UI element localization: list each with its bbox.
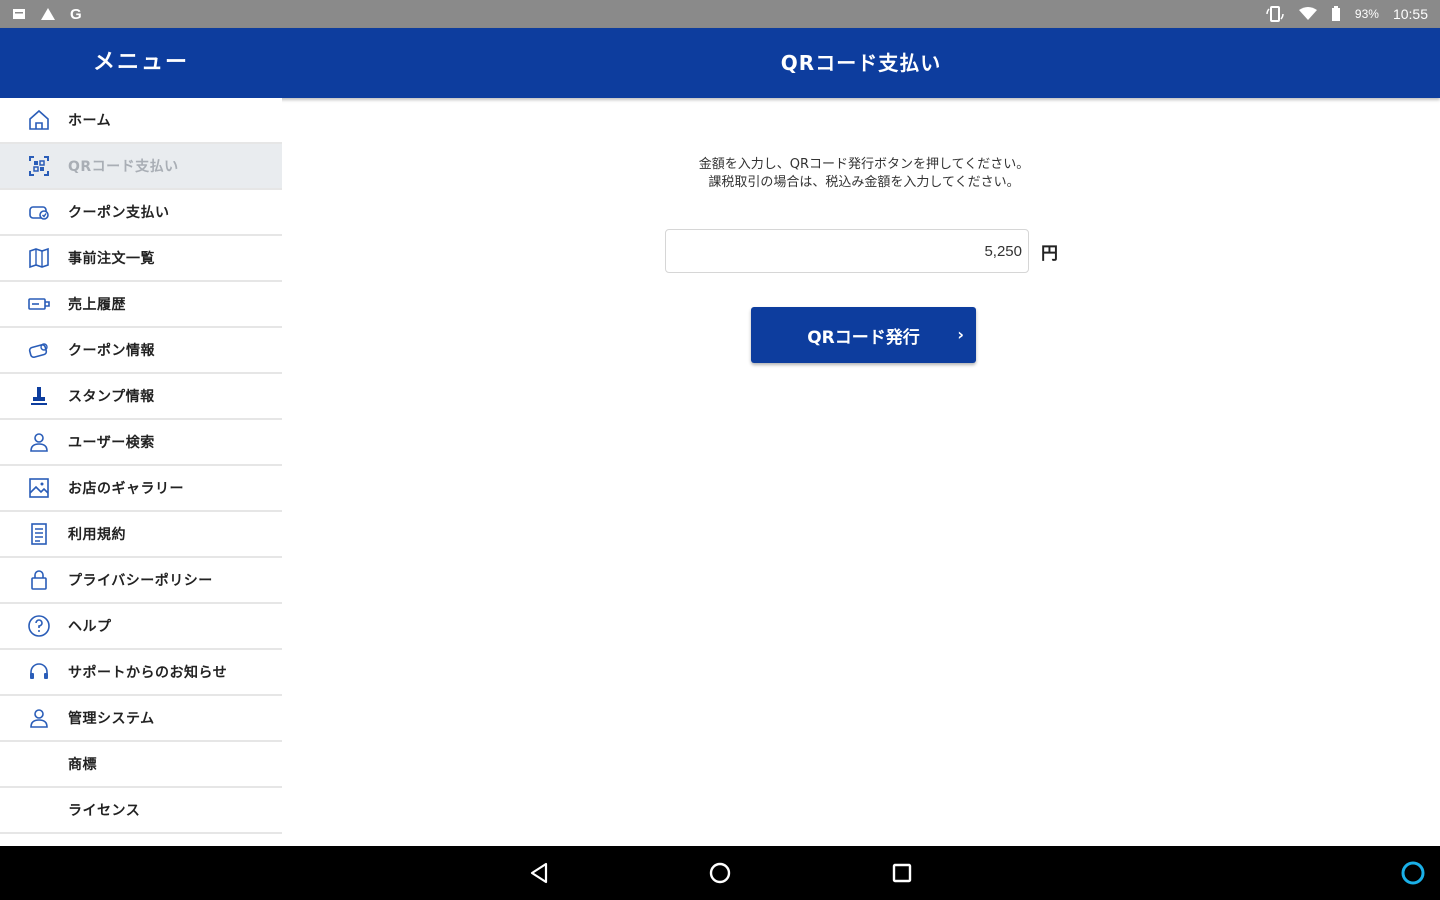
issue-qr-button[interactable]: QRコード発行 › — [751, 307, 976, 363]
sidebar-item-label: クーポン情報 — [68, 343, 155, 359]
currency-label: 円 — [1041, 243, 1058, 264]
rotate-icon — [1265, 6, 1285, 22]
sidebar-item-user-search[interactable]: ユーザー検索 — [0, 420, 282, 466]
sidebar-item-label: ホーム — [68, 113, 112, 129]
chevron-right-icon: › — [957, 325, 964, 344]
sidebar-item-terms[interactable]: 利用規約 — [0, 512, 282, 558]
menu-title: メニュー — [92, 50, 189, 75]
sidebar-item-stamp-info[interactable]: スタンプ情報 — [0, 374, 282, 420]
recents-icon[interactable] — [889, 860, 915, 886]
document-icon — [26, 521, 52, 547]
sidebar-item-label: ヘルプ — [68, 619, 112, 635]
sidebar-item-label: クーポン支払い — [68, 205, 170, 221]
sidebar-item-label: 売上履歴 — [68, 297, 126, 313]
amount-input[interactable] — [665, 229, 1029, 273]
sales-icon — [26, 291, 52, 317]
sidebar-item-label: 管理システム — [68, 711, 155, 727]
instructions: 金額を入力し、QRコード発行ボタンを押してください。 課税取引の場合は、税込み金… — [282, 156, 1440, 192]
page-title: QRコード支払い — [780, 51, 942, 75]
app-bar: メニュー QRコード支払い — [0, 28, 1440, 98]
google-icon: G — [70, 5, 82, 23]
coupon-icon — [26, 199, 52, 225]
headset-icon — [26, 659, 52, 685]
sidebar-item-label: お店のギャラリー — [68, 481, 184, 497]
main-content: 金額を入力し、QRコード発行ボタンを押してください。 課税取引の場合は、税込み金… — [282, 98, 1440, 846]
help-icon — [26, 613, 52, 639]
battery-icon — [1331, 6, 1341, 22]
user-search-icon — [26, 429, 52, 455]
home-circle-icon[interactable] — [707, 860, 733, 886]
coupon-info-icon — [26, 337, 52, 363]
gallery-icon — [26, 475, 52, 501]
sidebar-item-label: 商標 — [68, 757, 97, 773]
sidebar-item-support-news[interactable]: サポートからのお知らせ — [0, 650, 282, 696]
sidebar-item-preorders[interactable]: 事前注文一覧 — [0, 236, 282, 282]
lock-icon — [26, 567, 52, 593]
sidebar-item-label: ライセンス — [68, 803, 141, 819]
alexa-icon[interactable] — [1400, 860, 1426, 886]
sidebar-item-label: 事前注文一覧 — [68, 251, 155, 267]
qr-scan-icon — [26, 153, 52, 179]
sidebar-item-help[interactable]: ヘルプ — [0, 604, 282, 650]
instruction-line-1: 金額を入力し、QRコード発行ボタンを押してください。 — [698, 157, 1030, 172]
sidebar-item-sales-history[interactable]: 売上履歴 — [0, 282, 282, 328]
sidebar-item-label: ユーザー検索 — [68, 435, 155, 451]
instruction-line-2: 課税取引の場合は、税込み金額を入力してください。 — [708, 175, 1020, 190]
sidebar-item-home[interactable]: ホーム — [0, 98, 282, 144]
sidebar-item-privacy-policy[interactable]: プライバシーポリシー — [0, 558, 282, 604]
sidebar-item-coupon-payment[interactable]: クーポン支払い — [0, 190, 282, 236]
clock: 10:55 — [1392, 6, 1428, 22]
amount-row: 円 — [665, 229, 1058, 273]
sidebar-item-qr-payment[interactable]: QRコード支払い — [0, 144, 282, 190]
back-icon[interactable] — [526, 860, 552, 886]
battery-percent: 93% — [1354, 7, 1379, 21]
home-icon — [26, 107, 52, 133]
status-left: G — [12, 6, 82, 23]
sidebar-item-label: スタンプ情報 — [68, 389, 155, 405]
sidebar-item-gallery[interactable]: お店のギャラリー — [0, 466, 282, 512]
sidebar-item-admin-system[interactable]: 管理システム — [0, 696, 282, 742]
sidebar-item-label: プライバシーポリシー — [68, 573, 213, 589]
admin-user-icon — [26, 705, 52, 731]
sidebar-item-coupon-info[interactable]: クーポン情報 — [0, 328, 282, 374]
sidebar-item-label: QRコード支払い — [68, 159, 179, 175]
sidebar-item-trademark[interactable]: 商標 — [0, 742, 282, 788]
wifi-icon — [1298, 7, 1317, 21]
stamp-icon — [26, 383, 52, 409]
warning-icon — [40, 7, 56, 21]
status-right: 93% 10:55 — [1265, 6, 1428, 22]
map-icon — [26, 245, 52, 271]
status-bar: G 93% 10:55 — [0, 0, 1440, 28]
sidebar-item-label: サポートからのお知らせ — [68, 665, 228, 681]
issue-qr-button-label: QRコード発行 — [807, 327, 920, 348]
navigation-bar — [0, 846, 1440, 900]
sidebar-item-label: 利用規約 — [68, 527, 126, 543]
notification-icon — [12, 7, 26, 21]
sidebar-item-license[interactable]: ライセンス — [0, 788, 282, 834]
sidebar-menu: ホーム QRコード支払い クーポン支払い 事前注文一覧 売上履歴 クーポン情報 — [0, 98, 282, 846]
